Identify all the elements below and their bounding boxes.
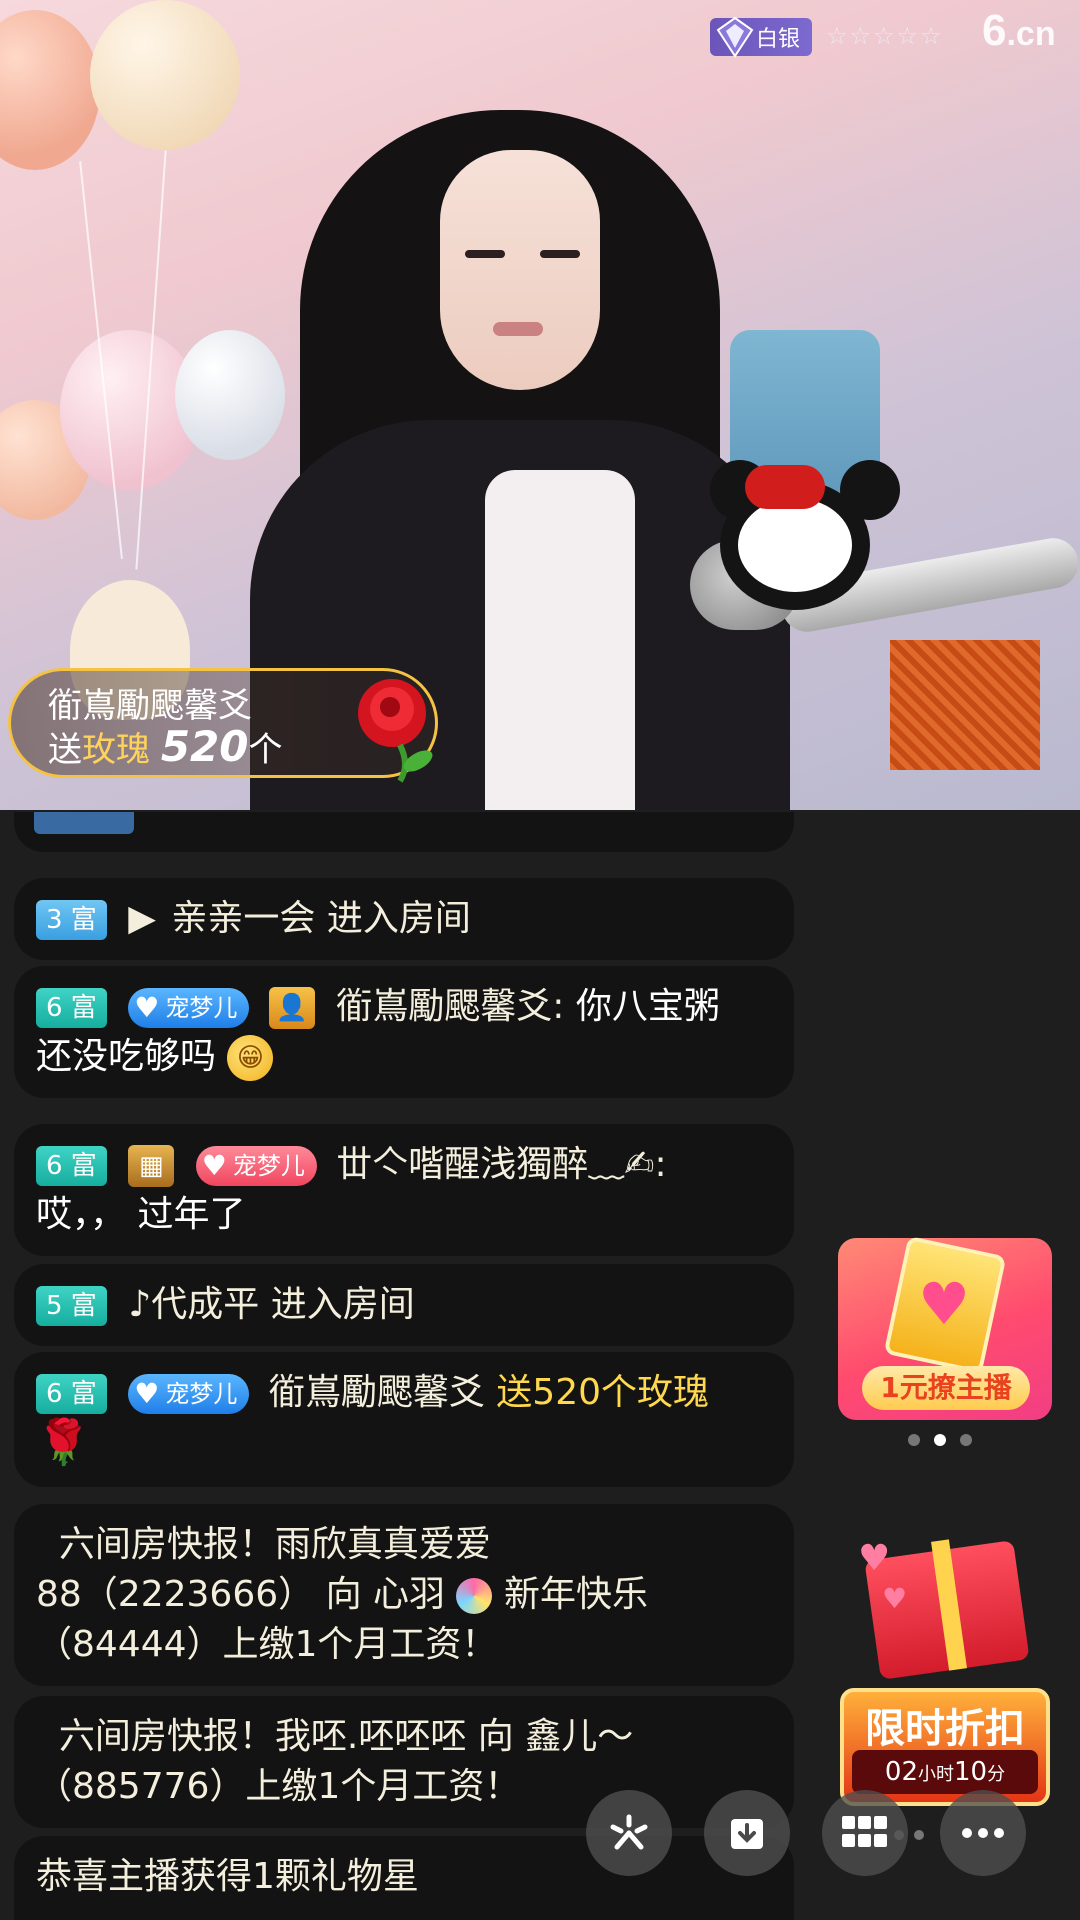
sale-countdown: 02小时10分 — [852, 1750, 1038, 1794]
gift-sender-name: 衜嶌勵颸馨爻 — [48, 686, 252, 726]
download-button[interactable] — [704, 1790, 790, 1876]
decor-box — [890, 640, 1040, 770]
chat-message-partial — [14, 812, 794, 852]
username[interactable]: 亲亲一会 — [171, 898, 315, 939]
diamond-icon — [716, 16, 754, 58]
site-logo: 6.cn — [982, 6, 1056, 55]
system-text: 恭喜主播获得1颗礼物星 — [36, 1856, 419, 1897]
message-text: 还没吃够吗 — [36, 1036, 217, 1077]
rose-icon — [358, 679, 433, 783]
anchor-rank-badge[interactable]: 白银 — [710, 16, 813, 58]
carousel-indicator — [908, 1434, 972, 1446]
streamer-eye — [540, 250, 580, 258]
lollipop-icon — [456, 1578, 493, 1614]
broadcast-message[interactable]: 六间房快报！雨欣真真爱爱 88（2223666） 向 心羽 新年快乐 （8444… — [14, 1504, 794, 1686]
chat-message[interactable]: 恭喜主播获得1颗礼物星 — [14, 1836, 794, 1920]
wealth-level-badge: 3 富 — [36, 900, 107, 940]
plush-bow — [745, 465, 825, 509]
broadcast-text: 六间房快报！我呸.呸呸呸 向 鑫儿～ — [58, 1716, 634, 1757]
fan-club-badge: ♥ 宠梦儿 — [128, 1374, 250, 1414]
heart-icon: ♥ — [858, 1538, 891, 1579]
username[interactable]: 丗亽喈醒浅獨醉﹏✍: — [336, 1144, 666, 1185]
heart-icon: ♥ — [134, 991, 160, 1024]
message-text: 你八宝粥 — [575, 986, 720, 1027]
streamer-mouth — [493, 322, 543, 336]
streamer-face — [440, 150, 600, 390]
grin-emoji-icon: 😁 — [227, 1035, 274, 1081]
chat-message[interactable]: 5 富 ♪代成平 进入房间 — [14, 1264, 794, 1346]
fan-club-badge: ♥ 宠梦儿 — [195, 1146, 317, 1186]
username[interactable]: 衜嶌勵颸馨爻: — [336, 986, 564, 1027]
heart-icon: ♥ — [918, 1270, 970, 1338]
play-icon: ▶ — [128, 898, 156, 939]
vip-badge-icon: 👤 — [268, 987, 315, 1029]
chat-message[interactable]: 6 富 ♥ 宠梦儿 衜嶌勵颸馨爻 送520个玫瑰 🌹 — [14, 1352, 794, 1487]
wealth-level-badge: 6 富 — [36, 988, 107, 1028]
enter-room-text: 进入房间 — [270, 1284, 415, 1325]
share-button[interactable] — [586, 1790, 672, 1876]
download-icon — [731, 1819, 763, 1849]
balloon-decoration — [90, 0, 240, 150]
username[interactable]: 衜嶌勵颸馨爻 — [269, 1372, 485, 1413]
streamer-eye — [465, 250, 505, 258]
sale-title: 限时折扣 — [865, 1706, 1025, 1752]
grid-icon — [842, 1816, 887, 1847]
wealth-level-badge: 6 富 — [36, 1146, 107, 1186]
wealth-level-badge: 6 富 — [36, 1374, 107, 1414]
apps-button[interactable] — [822, 1790, 908, 1876]
fan-club-badge: ♥ 宠梦儿 — [128, 988, 250, 1028]
heart-icon: ♥ — [201, 1149, 227, 1182]
broadcast-text: 新年快乐 — [503, 1574, 648, 1615]
username[interactable]: ♪代成平 — [128, 1284, 259, 1325]
more-icon — [962, 1828, 1004, 1838]
enter-room-text: 进入房间 — [326, 898, 471, 939]
carousel-dot-active — [934, 1434, 946, 1446]
carousel-dot — [908, 1434, 920, 1446]
heart-icon: ♥ — [134, 1377, 160, 1410]
balloon-decoration — [0, 10, 100, 170]
broadcast-message[interactable]: 六间房快报！我呸.呸呸呸 向 鑫儿～ （885776）上缴1个月工资！ — [14, 1696, 794, 1828]
chat-message[interactable]: 6 富 ♥ 宠梦儿 👤 衜嶌勵颸馨爻: 你八宝粥 还没吃够吗 😁 — [14, 966, 794, 1098]
share-icon — [610, 1814, 648, 1850]
promo-label[interactable]: 1元撩主播 — [862, 1366, 1030, 1410]
wealth-level-badge: 5 富 — [36, 1286, 107, 1326]
balloon-decoration — [175, 330, 285, 460]
broadcast-text: （885776）上缴1个月工资！ — [36, 1766, 521, 1807]
more-button[interactable] — [940, 1790, 1026, 1876]
broadcast-text: 88（2223666） 向 心羽 — [36, 1574, 446, 1615]
gift-text: 送520个玫瑰 — [496, 1372, 710, 1413]
gift-description: 送玫瑰 520个 — [48, 722, 283, 771]
message-text: 哎，， 过年了 — [36, 1194, 246, 1235]
chat-message[interactable]: 3 富 ▶ 亲亲一会 进入房间 — [14, 878, 794, 960]
rank-stars: ☆☆☆☆☆ — [826, 22, 944, 50]
chat-message[interactable]: 6 富 ▦ ♥ 宠梦儿 丗亽喈醒浅獨醉﹏✍: 哎，， 过年了 — [14, 1124, 794, 1256]
carousel-dot — [960, 1434, 972, 1446]
gold-badge-icon: ▦ — [128, 1145, 175, 1187]
broadcast-text: 六间房快报！雨欣真真爱爱 — [58, 1524, 491, 1565]
live-video[interactable]: 白银 ☆☆☆☆☆ 6.cn 衜嶌勵颸馨爻 送玫瑰 520个 — [0, 0, 1080, 810]
broadcast-text: （84444）上缴1个月工资！ — [36, 1624, 498, 1665]
heart-icon: ♥ — [882, 1582, 908, 1615]
rose-icon: 🌹 — [36, 1417, 91, 1468]
rank-label: 白银 — [756, 27, 801, 52]
streamer-shirt — [485, 470, 635, 810]
